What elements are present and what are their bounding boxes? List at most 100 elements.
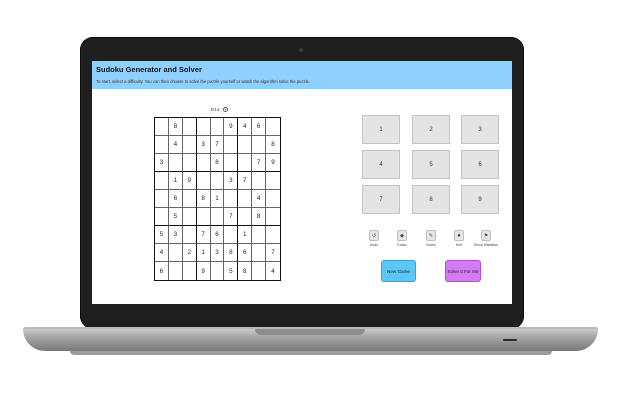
sudoku-cell[interactable] — [252, 136, 267, 154]
sudoku-cell[interactable] — [266, 208, 280, 226]
sudoku-cell[interactable]: 7 — [266, 244, 280, 262]
sudoku-cell[interactable]: 9 — [182, 172, 197, 190]
sudoku-cell[interactable] — [155, 190, 169, 208]
sudoku-cell[interactable]: 6 — [210, 226, 225, 244]
sudoku-cell[interactable]: 3 — [155, 154, 169, 172]
sudoku-cell[interactable]: 9 — [197, 262, 211, 280]
sudoku-cell[interactable] — [182, 226, 197, 244]
sudoku-cell[interactable] — [252, 262, 267, 280]
sudoku-cell[interactable] — [266, 172, 280, 190]
sudoku-cell[interactable]: 4 — [238, 118, 253, 136]
difficulty-radio[interactable] — [223, 107, 228, 112]
sudoku-cell[interactable] — [238, 136, 253, 154]
sudoku-cell[interactable]: 9 — [266, 154, 280, 172]
sudoku-cell[interactable]: 8 — [252, 208, 267, 226]
number-4-button[interactable]: 4 — [362, 150, 400, 179]
number-1-button[interactable]: 1 — [362, 115, 400, 144]
sudoku-cell[interactable]: 7 — [238, 172, 253, 190]
sudoku-cell[interactable] — [169, 262, 183, 280]
sudoku-cell[interactable]: 1 — [238, 226, 253, 244]
sudoku-cell[interactable]: 4 — [266, 262, 280, 280]
sudoku-cell[interactable]: 7 — [196, 226, 211, 244]
sudoku-cell[interactable] — [211, 262, 225, 280]
sudoku-cell[interactable]: 7 — [224, 208, 239, 226]
sudoku-cell[interactable] — [182, 118, 197, 136]
sudoku-cell[interactable]: 6 — [168, 190, 183, 208]
number-7-button[interactable]: 7 — [362, 185, 400, 214]
sudoku-cell[interactable] — [168, 244, 183, 262]
sudoku-cell[interactable] — [168, 154, 183, 172]
sudoku-cell[interactable]: 3 — [196, 136, 211, 154]
sudoku-cell[interactable]: 5 — [168, 208, 183, 226]
sudoku-cell[interactable]: 8 — [168, 118, 183, 136]
number-2-button[interactable]: 2 — [412, 115, 450, 144]
number-5-button[interactable]: 5 — [412, 150, 450, 179]
sudoku-cell[interactable]: 6 — [155, 262, 169, 280]
sudoku-cell[interactable] — [252, 172, 267, 190]
new-game-button[interactable]: New Game — [381, 260, 416, 282]
sudoku-cell[interactable]: 3 — [168, 226, 183, 244]
sudoku-cell[interactable] — [196, 208, 211, 226]
sudoku-cell[interactable] — [155, 118, 169, 136]
sudoku-cell[interactable] — [183, 262, 197, 280]
sudoku-cell[interactable] — [266, 190, 280, 208]
number-9-button[interactable]: 9 — [461, 185, 499, 214]
sudoku-cell[interactable]: 6 — [252, 118, 267, 136]
sudoku-cell[interactable] — [224, 190, 239, 208]
sudoku-cell[interactable] — [155, 136, 169, 154]
sudoku-cell[interactable]: 1 — [196, 244, 211, 262]
sudoku-cell[interactable]: 8 — [238, 262, 253, 280]
sudoku-cell[interactable] — [196, 118, 211, 136]
sudoku-cell[interactable]: 9 — [224, 118, 239, 136]
sudoku-cell[interactable]: 4 — [252, 190, 267, 208]
hint-icon[interactable]: ♦ — [454, 230, 464, 241]
solve-button[interactable]: Solve It For Me — [445, 260, 481, 282]
sudoku-cell[interactable]: 5 — [155, 226, 169, 244]
sudoku-cell[interactable] — [182, 208, 197, 226]
sudoku-cell[interactable]: 3 — [224, 172, 239, 190]
sudoku-cell[interactable]: 1 — [168, 172, 183, 190]
undo-icon[interactable]: ↺ — [369, 230, 379, 241]
sudoku-cell[interactable]: 8 — [210, 154, 225, 172]
sudoku-cell[interactable] — [252, 226, 267, 244]
sudoku-cell[interactable]: 4 — [155, 244, 169, 262]
sudoku-cell[interactable] — [182, 190, 197, 208]
sudoku-cell[interactable] — [182, 136, 197, 154]
sudoku-cell[interactable] — [224, 154, 239, 172]
difficulty-label[interactable]: D14 — [211, 107, 219, 112]
sudoku-cell[interactable]: 8 — [266, 136, 280, 154]
sudoku-cell[interactable]: 4 — [168, 136, 183, 154]
number-8-button[interactable]: 8 — [412, 185, 450, 214]
sudoku-cell[interactable] — [196, 154, 211, 172]
sudoku-cell[interactable] — [155, 172, 169, 190]
sudoku-cell[interactable]: 8 — [224, 244, 239, 262]
sudoku-cell[interactable]: 1 — [210, 190, 225, 208]
sudoku-cell[interactable]: 8 — [196, 190, 211, 208]
erase-icon[interactable]: ◆ — [397, 230, 407, 241]
sudoku-cell[interactable] — [155, 208, 169, 226]
flag-icon[interactable]: ⚑ — [481, 230, 491, 241]
sudoku-cell[interactable] — [224, 226, 239, 244]
sudoku-cell[interactable] — [266, 118, 280, 136]
sudoku-cell[interactable]: 6 — [238, 244, 253, 262]
sudoku-cell[interactable] — [182, 154, 197, 172]
sudoku-cell[interactable] — [252, 244, 267, 262]
tool-label: Notes — [426, 243, 436, 247]
sudoku-cell[interactable]: 5 — [224, 262, 239, 280]
sudoku-cell[interactable] — [266, 226, 280, 244]
sudoku-cell[interactable] — [210, 208, 225, 226]
sudoku-cell[interactable] — [224, 136, 239, 154]
number-3-button[interactable]: 3 — [461, 115, 499, 144]
sudoku-cell[interactable] — [238, 154, 253, 172]
sudoku-cell[interactable] — [210, 118, 225, 136]
notes-icon[interactable]: ✎ — [426, 230, 436, 241]
sudoku-cell[interactable] — [238, 208, 253, 226]
sudoku-cell[interactable]: 7 — [252, 154, 267, 172]
sudoku-cell[interactable] — [238, 190, 253, 208]
sudoku-cell[interactable]: 2 — [182, 244, 197, 262]
sudoku-cell[interactable] — [210, 172, 225, 190]
sudoku-cell[interactable]: 7 — [210, 136, 225, 154]
sudoku-cell[interactable] — [196, 172, 211, 190]
number-6-button[interactable]: 6 — [461, 150, 499, 179]
sudoku-cell[interactable]: 3 — [210, 244, 225, 262]
